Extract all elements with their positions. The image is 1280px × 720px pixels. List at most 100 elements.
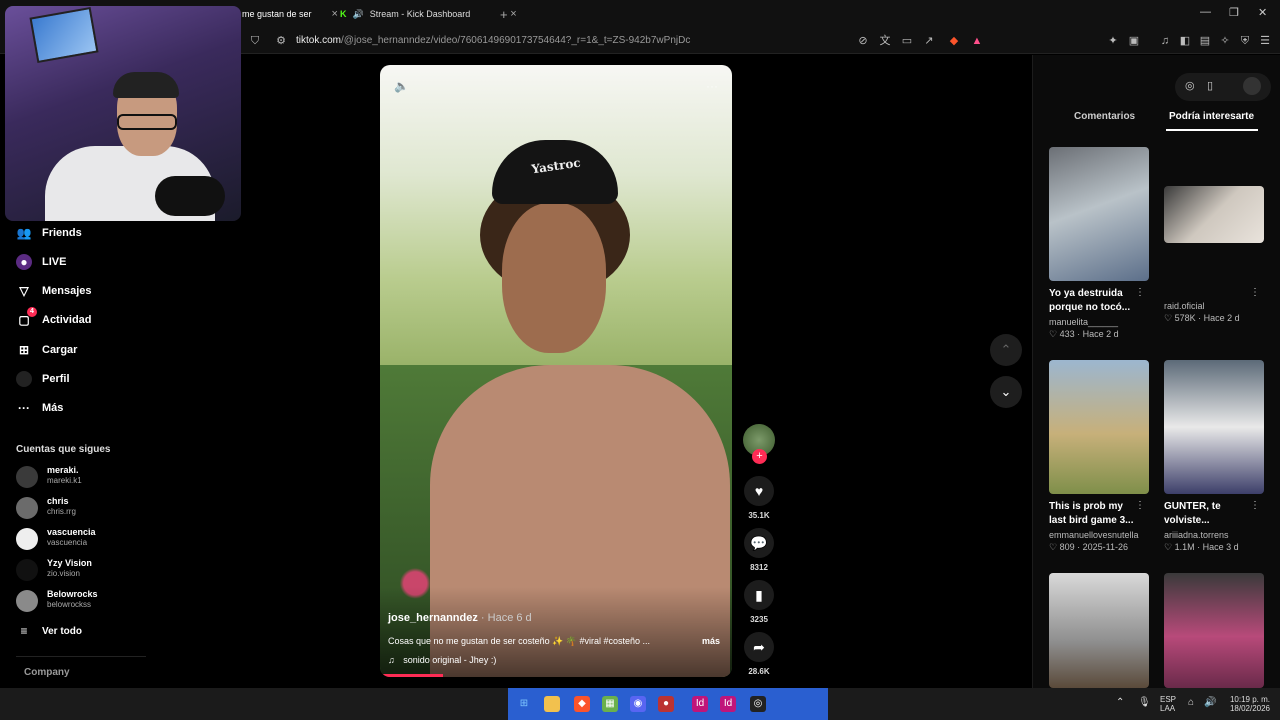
- comment-button[interactable]: 💬 8312: [744, 528, 774, 572]
- follow-plus-icon[interactable]: +: [752, 449, 767, 464]
- kick-logo-icon: K: [340, 9, 347, 19]
- sidebar-item-more[interactable]: ··· Más: [16, 398, 63, 418]
- no-tracking-icon[interactable]: ⊘: [856, 34, 870, 48]
- user-avatar[interactable]: [1243, 77, 1261, 95]
- tab-comments[interactable]: Comentarios: [1074, 111, 1135, 122]
- close-icon[interactable]: ×: [332, 8, 338, 20]
- heart-icon: ♥: [744, 476, 774, 506]
- wallet-icon[interactable]: ▤: [1198, 34, 1212, 48]
- vpn-icon[interactable]: ⛨: [1238, 34, 1252, 48]
- like-button[interactable]: ♥ 35.1K: [744, 476, 774, 520]
- sidebar-item-upload[interactable]: ⊞ Cargar: [16, 340, 78, 360]
- account-handle: mareki.k1: [47, 476, 82, 485]
- video-player[interactable]: Yastroc 🔈 ··· jose_hernanndez · Hace 6 d…: [380, 65, 732, 677]
- sidebar-item-messages[interactable]: ▽ Mensajes: [16, 281, 91, 301]
- more-options-icon[interactable]: ···: [706, 79, 718, 93]
- menu-icon[interactable]: ☰: [1258, 34, 1272, 48]
- tray-chevron-icon[interactable]: ⌃: [1116, 697, 1124, 708]
- account-name: Yzy Vision: [47, 558, 92, 568]
- brave-shield-icon[interactable]: ◆: [947, 34, 961, 48]
- obs-icon[interactable]: ●: [658, 696, 674, 712]
- minimize-icon[interactable]: —: [1200, 6, 1211, 18]
- see-all-link[interactable]: ≡ Ver todo: [16, 621, 82, 641]
- file-explorer-icon[interactable]: [544, 696, 560, 712]
- active-tab-indicator: [1166, 129, 1258, 131]
- card-likes: 578K: [1174, 313, 1196, 323]
- more-options-icon[interactable]: ⋮: [1135, 287, 1145, 298]
- brave-browser-icon[interactable]: ◆: [574, 696, 590, 712]
- clock[interactable]: 10:19 p. m. 18/02/2026: [1222, 695, 1270, 713]
- bookmark-icon[interactable]: ⛉: [248, 34, 262, 48]
- suggested-video-card[interactable]: [1049, 573, 1149, 688]
- sidebar-item-live[interactable]: ● LIVE: [16, 252, 66, 272]
- sidebar-item-profile[interactable]: Perfil: [16, 369, 70, 389]
- suggested-video-card[interactable]: ⋮ Yo ya destruida porque no tocó... manu…: [1049, 147, 1149, 340]
- steam-icon[interactable]: ◎: [750, 696, 766, 712]
- save-button[interactable]: ▮ 3235: [744, 580, 774, 624]
- leo-ai-icon[interactable]: ✧: [1218, 34, 1232, 48]
- close-icon[interactable]: ×: [510, 8, 516, 20]
- following-account[interactable]: chris chris.rrg: [16, 494, 166, 522]
- compass-icon[interactable]: ◎: [1185, 79, 1195, 92]
- suggested-video-card[interactable]: ⋮ raid.oficial ♡ 578K · Hace 2 d: [1164, 186, 1264, 324]
- new-tab-icon[interactable]: +: [500, 4, 508, 24]
- messages-icon: ▽: [19, 284, 29, 298]
- more-options-icon[interactable]: ⋮: [1135, 500, 1145, 511]
- share-icon[interactable]: ↗: [922, 34, 936, 48]
- translate-icon[interactable]: 文: [878, 34, 892, 48]
- discord-icon[interactable]: ◉: [630, 696, 646, 712]
- notification-badge: 4: [27, 307, 37, 317]
- music-icon[interactable]: ♫: [1158, 34, 1172, 48]
- next-video-button[interactable]: ⌄: [990, 376, 1022, 408]
- avatar: [16, 559, 38, 581]
- more-options-icon[interactable]: ⋮: [1250, 287, 1260, 298]
- heart-outline-icon: ♡: [1164, 313, 1173, 323]
- sidebar-item-label: Friends: [42, 227, 82, 239]
- video-thumbnail: [1164, 186, 1264, 243]
- microphone-icon[interactable]: 🎙: [1138, 697, 1151, 708]
- panel-toolbar: ◎ ▯: [1175, 73, 1271, 101]
- language-indicator[interactable]: ESP LAA: [1160, 695, 1176, 713]
- following-account[interactable]: vascuencia vascuencia: [16, 525, 166, 553]
- tab-suggested[interactable]: Podría interesarte: [1169, 111, 1254, 122]
- screenshot-icon[interactable]: ▣: [1127, 34, 1141, 48]
- suggested-video-card[interactable]: [1164, 573, 1264, 688]
- phone-icon[interactable]: ▯: [1207, 79, 1213, 92]
- network-icon[interactable]: ⌂: [1188, 697, 1194, 708]
- tab-kick[interactable]: K 🔊 Stream - Kick Dashboard ×: [340, 4, 517, 24]
- indesign-icon[interactable]: Id: [692, 696, 708, 712]
- more-options-icon[interactable]: ⋮: [1250, 500, 1260, 511]
- video-description: Cosas que no me gustan de ser costeño ✨ …: [388, 636, 651, 646]
- following-account[interactable]: Yzy Vision zio.vision: [16, 556, 166, 584]
- company-link[interactable]: Company: [24, 667, 70, 678]
- following-account[interactable]: meraki. mareki.k1: [16, 463, 166, 491]
- cast-icon[interactable]: ▭: [900, 34, 914, 48]
- store-icon[interactable]: ▦: [602, 696, 618, 712]
- account-name: Belowrocks: [47, 589, 98, 599]
- video-author[interactable]: jose_hernanndez · Hace 6 d: [388, 612, 532, 624]
- site-settings-icon[interactable]: ⚙: [274, 34, 288, 48]
- following-account[interactable]: Belowrocks belowrockss: [16, 587, 166, 615]
- previous-video-button[interactable]: ⌃: [990, 334, 1022, 366]
- restore-icon[interactable]: ❐: [1229, 6, 1239, 19]
- webcam-person-glasses: [117, 114, 177, 130]
- sidebar-toggle-icon[interactable]: ◧: [1178, 34, 1192, 48]
- volume-icon[interactable]: 🔊: [1204, 697, 1216, 708]
- url-field[interactable]: tiktok.com/@jose_hernanndez/video/760614…: [296, 35, 690, 46]
- suggested-video-card[interactable]: ⋮ This is prob my last bird game 3... em…: [1049, 360, 1149, 553]
- video-sound[interactable]: ♫ sonido original - Jhey :): [388, 655, 496, 665]
- extensions-icon[interactable]: ✦: [1106, 34, 1120, 48]
- more-button[interactable]: más: [702, 636, 720, 646]
- video-progress-bar[interactable]: [380, 674, 444, 677]
- brave-rewards-icon[interactable]: ▲: [970, 34, 984, 48]
- windows-start-icon[interactable]: ⊞: [516, 696, 532, 712]
- share-button[interactable]: ➦ 28.6K: [744, 632, 774, 676]
- window-close-icon[interactable]: ✕: [1258, 6, 1267, 19]
- tab-tiktok[interactable]: me gustan de ser ×: [242, 4, 338, 24]
- indesign-icon[interactable]: Id: [720, 696, 736, 712]
- sidebar-item-activity[interactable]: ▢ 4 Actividad: [16, 307, 92, 330]
- suggested-video-card[interactable]: ⋮ GUNTER, te volviste... ariiiadna.torre…: [1164, 360, 1264, 553]
- account-name: vascuencia: [47, 527, 96, 537]
- sidebar-item-friends[interactable]: 👥 Friends: [16, 223, 82, 243]
- volume-icon[interactable]: 🔈: [394, 79, 409, 93]
